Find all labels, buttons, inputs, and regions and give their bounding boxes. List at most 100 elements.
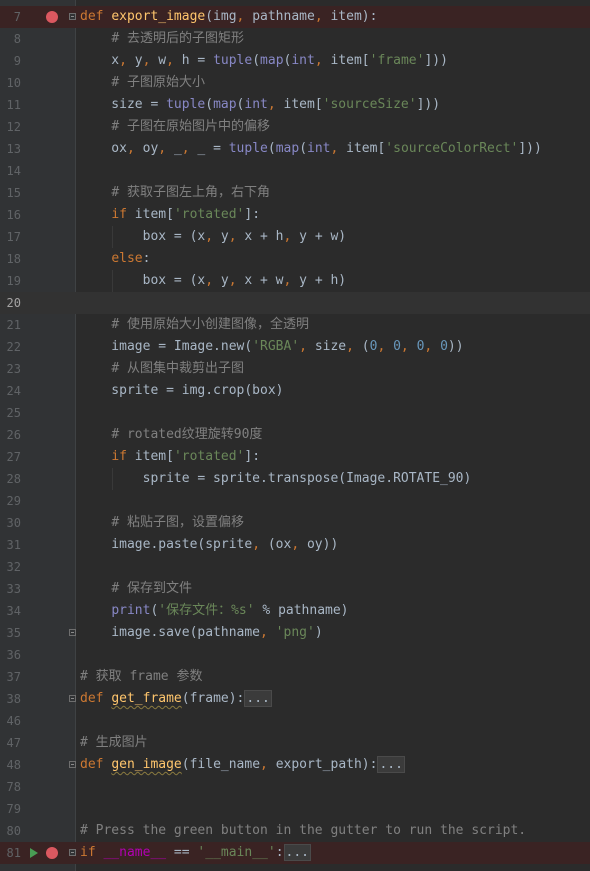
code-token: oy)) — [306, 537, 339, 552]
fold-toggle-icon[interactable] — [69, 761, 76, 768]
code-line[interactable]: 21 # 使用原始大小创建图像，全透明 — [0, 314, 590, 336]
code-line[interactable]: 48 def gen_image(file_name, export_path):… — [0, 754, 590, 776]
code-line[interactable]: 31 image.paste(sprite, (ox, oy)) — [0, 534, 590, 556]
code-line[interactable]: 23 # 从图集中裁剪出子图 — [0, 358, 590, 380]
breakpoint-icon[interactable] — [46, 847, 58, 859]
code-line[interactable]: 14 — [0, 160, 590, 182]
folded-code-placeholder[interactable]: ... — [244, 690, 272, 707]
code-line[interactable]: 46 — [0, 710, 590, 732]
code-token: ( — [361, 339, 370, 354]
folded-code-placeholder[interactable]: ... — [283, 844, 312, 861]
code-token: _ — [173, 141, 182, 156]
code-line[interactable]: 47 # 生成图片 — [0, 732, 590, 754]
code-token: , — [181, 141, 198, 156]
code-token: , — [283, 229, 300, 244]
code-line[interactable]: 17 box = (x, y, x + h, y + w) — [0, 226, 590, 248]
code-text: if item['rotated']: — [80, 204, 260, 226]
code-line[interactable]: 25 — [0, 402, 590, 424]
code-token: # 保存到文件 — [111, 581, 192, 596]
code-line[interactable]: 10 # 子图原始大小 — [0, 72, 590, 94]
code-token: def — [80, 691, 112, 706]
code-text: # 使用原始大小创建图像，全透明 — [80, 314, 309, 336]
line-number: 22 — [6, 340, 21, 354]
code-text: box = (x, y, x + w, y + h) — [80, 270, 347, 292]
code-line[interactable]: 16 if item['rotated']: — [0, 204, 590, 226]
line-number: 11 — [6, 98, 21, 112]
code-text: # 获取子图左上角，右下角 — [80, 182, 270, 204]
code-text: sprite = img.crop(box) — [80, 380, 284, 402]
code-line[interactable]: 32 — [0, 556, 590, 578]
code-line[interactable]: 11 size = tuple(map(int, item['sourceSiz… — [0, 94, 590, 116]
code-line[interactable]: 12 # 子图在原始图片中的偏移 — [0, 116, 590, 138]
line-number: 14 — [6, 164, 21, 178]
code-line[interactable]: 79 — [0, 798, 590, 820]
code-token: , — [299, 339, 315, 354]
code-line[interactable]: 9 x, y, w, h = tuple(map(int, item['fram… — [0, 50, 590, 72]
code-token: , — [205, 273, 221, 288]
code-line[interactable]: 18 else: — [0, 248, 590, 270]
code-text: def get_frame(frame):... — [80, 688, 272, 710]
code-token: box = (x — [80, 229, 206, 244]
code-line[interactable]: 81 if __name__ == '__main__':... — [0, 842, 590, 864]
code-token: ])) — [424, 53, 448, 68]
code-line[interactable]: 24 sprite = img.crop(box) — [0, 380, 590, 402]
run-icon[interactable] — [30, 848, 38, 858]
code-token: # 从图集中裁剪出子图 — [111, 361, 244, 376]
code-line[interactable]: 15 # 获取子图左上角，右下角 — [0, 182, 590, 204]
folded-code-placeholder[interactable]: ... — [377, 756, 405, 773]
fold-toggle-icon[interactable] — [69, 13, 76, 20]
code-line[interactable]: 38 def get_frame(frame):... — [0, 688, 590, 710]
code-text: # rotated纹理旋转90度 — [80, 424, 262, 446]
code-line[interactable]: 13 ox, oy, _, _ = tuple(map(int, item['s… — [0, 138, 590, 160]
code-token: map — [260, 53, 284, 68]
code-line[interactable]: 28 sprite = sprite.transpose(Image.ROTAT… — [0, 468, 590, 490]
code-line[interactable]: 29 — [0, 490, 590, 512]
line-number: 30 — [6, 516, 21, 530]
code-token: ])) — [416, 97, 441, 112]
code-text: image.paste(sprite, (ox, oy)) — [80, 534, 338, 556]
code-token: image.paste(sprite — [80, 537, 253, 552]
fold-toggle-icon[interactable] — [69, 695, 76, 702]
code-line[interactable]: 37 # 获取 frame 参数 — [0, 666, 590, 688]
code-token: , — [330, 141, 347, 156]
code-token: int — [291, 53, 315, 68]
code-line[interactable]: 78 — [0, 776, 590, 798]
code-line[interactable]: 35 image.save(pathname, 'png') — [0, 622, 590, 644]
code-line[interactable]: 19 box = (x, y, x + w, y + h) — [0, 270, 590, 292]
code-token: item[ — [283, 97, 323, 112]
code-token: , — [119, 53, 135, 68]
code-editor[interactable]: 7 def export_image(img, pathname, item): 8… — [0, 0, 590, 871]
code-line[interactable]: 33 # 保存到文件 — [0, 578, 590, 600]
code-line[interactable]: 8 # 去透明后的子图矩形 — [0, 28, 590, 50]
line-number: 20 — [6, 296, 21, 310]
code-token: ox — [80, 141, 127, 156]
code-text: # 从图集中裁剪出子图 — [80, 358, 244, 380]
code-text: def gen_image(file_name, export_path):..… — [80, 754, 405, 776]
code-token: # 生成图片 — [80, 735, 148, 750]
code-line[interactable]: 36 — [0, 644, 590, 666]
code-token: sprite = img.crop(box) — [80, 383, 284, 398]
fold-toggle-icon[interactable] — [69, 849, 76, 856]
code-line[interactable]: 34 print('保存文件：%s' % pathname) — [0, 600, 590, 622]
fold-toggle-icon[interactable] — [69, 629, 76, 636]
code-line[interactable]: 20 — [0, 292, 590, 314]
code-token: pathname — [252, 9, 315, 24]
code-line[interactable]: 7 def export_image(img, pathname, item): — [0, 6, 590, 28]
code-line[interactable]: 22 image = Image.new('RGBA', size, (0, 0… — [0, 336, 590, 358]
code-line[interactable]: 26 # rotated纹理旋转90度 — [0, 424, 590, 446]
code-line[interactable]: 30 # 粘贴子图，设置偏移 — [0, 512, 590, 534]
code-token: item[ — [134, 449, 174, 464]
breakpoint-icon[interactable] — [46, 11, 58, 23]
line-number: 19 — [6, 274, 21, 288]
code-token: , — [260, 625, 276, 640]
code-line[interactable]: 27 if item['rotated']: — [0, 446, 590, 468]
code-token: _ = — [197, 141, 229, 156]
indent-guide — [112, 226, 113, 248]
code-line[interactable]: 80 # Press the green button in the gutter… — [0, 820, 590, 842]
code-token: map — [275, 141, 300, 156]
code-token: , — [205, 229, 221, 244]
